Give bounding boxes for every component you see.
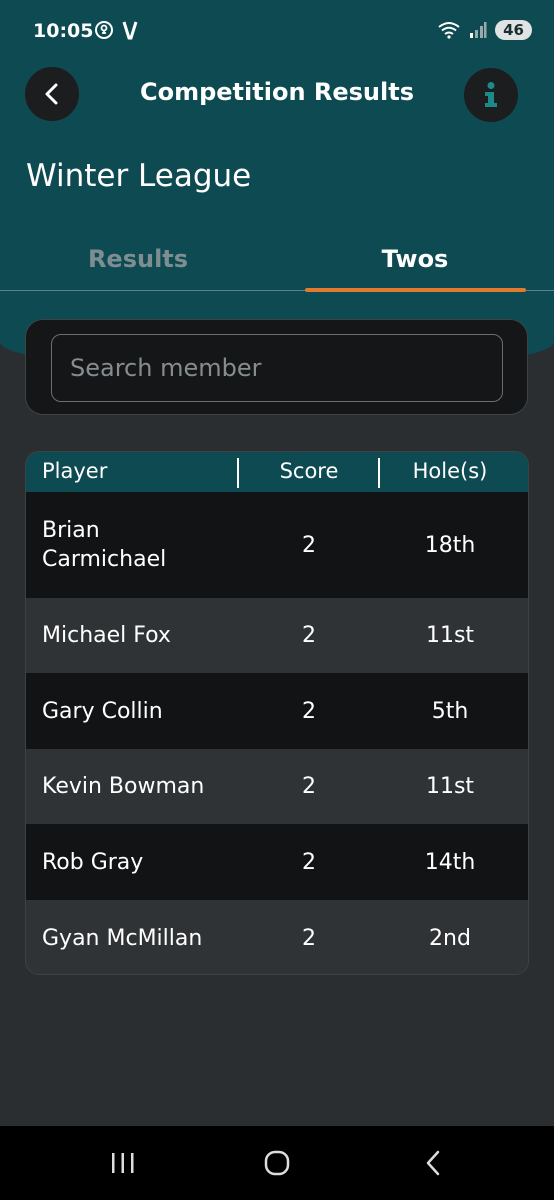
- status-system-icons: 46: [437, 20, 532, 40]
- player-hole: 14th: [424, 849, 476, 875]
- competition-name: Winter League: [26, 158, 252, 194]
- player-name: Gary Collin: [42, 698, 163, 724]
- recent-apps-button[interactable]: [108, 1146, 138, 1180]
- column-header-holes[interactable]: Hole(s): [380, 459, 520, 483]
- table-row[interactable]: Brian Carmichael 2 18th: [26, 492, 528, 598]
- search-input[interactable]: [51, 334, 503, 402]
- column-header-player[interactable]: Player: [42, 459, 107, 483]
- search-card: [25, 319, 528, 415]
- recent-apps-icon: [112, 1153, 134, 1173]
- info-icon: [485, 82, 497, 107]
- twos-table: Player Score Hole(s) Brian Carmichael 2 …: [25, 451, 529, 975]
- battery-indicator: 46: [495, 20, 532, 40]
- player-score: 2: [302, 623, 316, 648]
- signal-icon: [470, 22, 487, 38]
- home-icon: [264, 1150, 290, 1176]
- player-name: Rob Gray: [42, 849, 144, 875]
- app-v-icon: [122, 21, 138, 40]
- player-name: Brian Carmichael: [42, 518, 167, 572]
- player-score: 2: [302, 698, 316, 724]
- player-hole: 5th: [431, 698, 469, 724]
- privacy-indicator-icon: [95, 21, 113, 39]
- tab-twos[interactable]: Twos: [305, 245, 525, 273]
- tab-results[interactable]: Results: [28, 245, 248, 273]
- status-notification-icons: [94, 20, 138, 40]
- info-button[interactable]: [464, 68, 518, 122]
- table-row[interactable]: Gary Collin 2 5th: [26, 673, 528, 749]
- table-row[interactable]: Rob Gray 2 14th: [26, 824, 528, 900]
- player-hole: 11st: [425, 623, 475, 648]
- table-row[interactable]: Kevin Bowman 2 11st: [26, 749, 528, 824]
- player-hole: 11st: [425, 774, 475, 799]
- table-row[interactable]: Gyan McMillan 2 2nd: [26, 900, 528, 974]
- player-score: 2: [302, 532, 316, 558]
- player-name: Kevin Bowman: [42, 774, 205, 799]
- player-score: 2: [302, 849, 316, 875]
- status-time: 10:05: [33, 20, 94, 42]
- player-hole: 18th: [424, 532, 476, 558]
- player-hole: 2nd: [429, 925, 471, 951]
- column-header-score[interactable]: Score: [238, 459, 380, 483]
- player-score: 2: [302, 774, 316, 799]
- system-nav-bar: [0, 1126, 554, 1200]
- active-tab-indicator: [305, 288, 526, 292]
- table-header: Player Score Hole(s): [26, 452, 528, 492]
- player-score: 2: [302, 925, 316, 951]
- player-name: Gyan McMillan: [42, 925, 203, 951]
- back-arrow-icon: [426, 1150, 440, 1176]
- player-name: Michael Fox: [42, 623, 171, 648]
- status-bar: 10:05 46: [0, 0, 554, 64]
- table-row[interactable]: Michael Fox 2 11st: [26, 598, 528, 673]
- wifi-icon: [438, 22, 460, 39]
- home-button[interactable]: [262, 1146, 292, 1180]
- nav-back-button[interactable]: [420, 1146, 446, 1180]
